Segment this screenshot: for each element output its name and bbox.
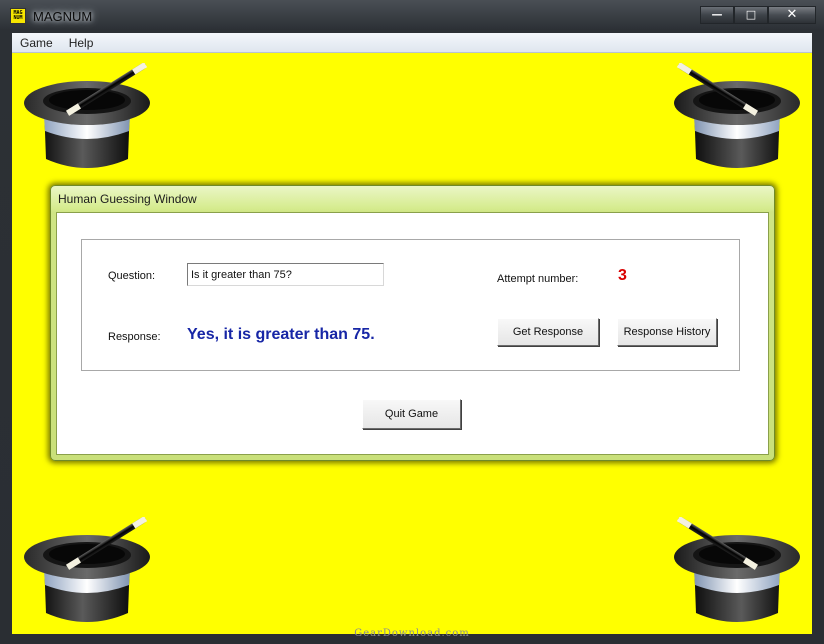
title-bar[interactable]: MAG NUM MAGNUM — □ ✕: [0, 0, 824, 32]
magic-hat-icon-bottom-right: [674, 517, 800, 622]
get-response-button[interactable]: Get Response: [497, 318, 599, 346]
attempt-number: 3: [618, 267, 627, 284]
watermark: GearDownload.com: [354, 628, 470, 639]
guess-group-box: Question: Attempt number: 3 Response: Ye…: [81, 239, 740, 371]
minimize-button[interactable]: —: [700, 6, 734, 24]
response-text: Yes, it is greater than 75.: [187, 326, 375, 343]
dialog-body: Question: Attempt number: 3 Response: Ye…: [56, 212, 769, 455]
magic-hat-icon-bottom-left: [24, 517, 150, 622]
menu-game[interactable]: Game: [12, 33, 61, 52]
game-area: Human Guessing Window Question: Attempt …: [12, 53, 812, 634]
magic-hat-icon-top-left: [24, 63, 150, 169]
menu-bar: Game Help: [12, 33, 812, 53]
magic-hat-icon-top-right: [674, 63, 800, 169]
attempt-label: Attempt number:: [497, 273, 579, 285]
app-logo-icon: MAG NUM: [10, 8, 26, 24]
window-title: MAGNUM: [33, 9, 93, 24]
menu-help[interactable]: Help: [61, 33, 102, 52]
close-button[interactable]: ✕: [768, 6, 816, 24]
dialog-title: Human Guessing Window: [58, 192, 197, 206]
response-label: Response:: [108, 331, 161, 343]
question-label: Question:: [108, 270, 156, 282]
maximize-button[interactable]: □: [734, 6, 768, 24]
response-history-button[interactable]: Response History: [617, 318, 717, 346]
quit-game-button[interactable]: Quit Game: [362, 399, 461, 429]
window-controls: — □ ✕: [700, 6, 816, 24]
question-input[interactable]: [187, 263, 384, 286]
application-window: MAG NUM MAGNUM — □ ✕ Game Help Human Gues…: [0, 0, 824, 644]
human-guessing-dialog: Human Guessing Window Question: Attempt …: [50, 185, 775, 461]
